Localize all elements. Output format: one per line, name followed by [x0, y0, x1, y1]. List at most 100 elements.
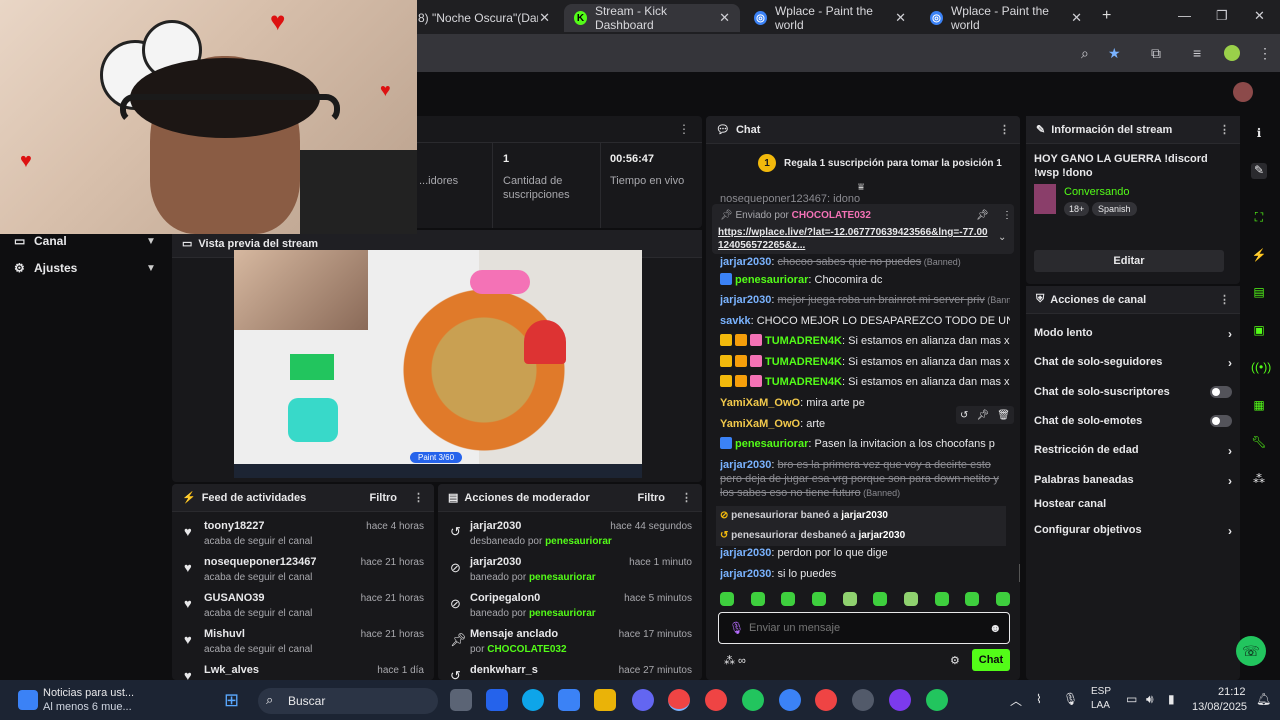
more-icon[interactable]: ⋮ [678, 122, 690, 136]
restore-icon[interactable]: ❐ [1216, 8, 1228, 24]
emote-icon[interactable] [781, 592, 796, 606]
obs-icon[interactable] [852, 689, 874, 711]
list-item[interactable]: 📌︎ Mensaje anclado por CHOCOLATE032 hace… [438, 624, 702, 660]
language-indicator[interactable]: ESP [1091, 686, 1111, 697]
lightning-icon[interactable]: ⚡ [1251, 248, 1267, 264]
chat-message[interactable]: jarjar2030: perdon por lo que dige [720, 546, 1010, 560]
unpin-icon[interactable]: 📌︎ [976, 210, 989, 221]
news-widget-icon[interactable] [18, 690, 38, 710]
chat-message[interactable]: TUMADREN4K: Si estamos en alianza dan ma… [720, 334, 1010, 348]
settings-icons[interactable]: ⁂ ∞ [724, 654, 746, 667]
chrome-icon[interactable] [815, 689, 837, 711]
action-configure-goals[interactable]: Configurar objetivos › [1034, 524, 1232, 538]
chat-message[interactable]: TUMADREN4K: Si estamos en alianza dan ma… [720, 375, 1010, 389]
emote-icon[interactable] [842, 592, 857, 606]
delete-icon[interactable]: 🗑︎ [997, 410, 1010, 421]
support-button[interactable]: ☏ [1236, 636, 1266, 666]
list-item[interactable]: ♥ GUSANO39 acaba de seguir el canal hace… [172, 588, 434, 624]
sidebar-item-canal[interactable]: ▭ Canal ▼ [14, 234, 156, 248]
whatsapp-icon[interactable] [926, 689, 948, 711]
tab-wplace-1[interactable]: ◎ Wplace - Paint the world ✕ [744, 4, 916, 32]
chat-message[interactable]: savkk: CHOCO MEJOR LO DESAPAREZCO TODO D… [720, 314, 1010, 328]
scrollbar[interactable] [1019, 564, 1020, 582]
bookmark-star-icon[interactable]: ★ [1108, 45, 1121, 62]
chat-username[interactable]: penesauriorar [735, 438, 808, 450]
target-user[interactable]: jarjar2030 [856, 530, 905, 541]
list-item[interactable]: ↺ denkwharr_s hace 27 minutos [438, 660, 702, 680]
store-icon[interactable] [558, 689, 580, 711]
chat-message[interactable]: penesauriorar: Pasen la invitacion a los… [720, 437, 1010, 451]
chat-username[interactable]: TUMADREN4K [765, 356, 842, 368]
subs-only-toggle[interactable] [1210, 386, 1232, 398]
share-icon[interactable]: ⁂ [1251, 472, 1267, 488]
tray-icon[interactable]: ⌇ [1036, 692, 1042, 706]
edit-button[interactable]: Editar [1034, 250, 1224, 272]
pencil-icon[interactable]: ✎ [1251, 163, 1267, 179]
app-icon[interactable] [889, 689, 911, 711]
new-tab-button[interactable]: + [1102, 7, 1111, 25]
network-icon[interactable]: ▭ [1126, 692, 1137, 706]
taskbar-search[interactable]: ⌕ Buscar [258, 688, 438, 714]
minimize-icon[interactable]: — [1178, 8, 1191, 23]
chat-message[interactable]: jarjar2030: chocoo sabes que no puedes (… [720, 255, 1010, 269]
close-window-icon[interactable]: ✕ [1254, 8, 1265, 24]
tab-kick-dashboard[interactable]: K Stream - Kick Dashboard ✕ [564, 4, 740, 32]
chat-username[interactable]: penesauriorar [735, 274, 808, 286]
pinned-message[interactable]: 📌︎ Enviado por CHOCOLATE032 📌︎ ⋮ https:/… [712, 204, 1014, 254]
media-icon[interactable]: ≡ [1193, 45, 1201, 61]
system-message[interactable]: ↺ penesauriorar desbaneó a jarjar2030 [716, 526, 1006, 546]
edge-icon[interactable] [522, 689, 544, 711]
tab-noche-oscura[interactable]: 8) "Noche Oscura"(Dark i... ✕ [408, 4, 560, 32]
notification-icon[interactable]: 🔔︎ [1256, 692, 1271, 706]
more-icon[interactable]: ⋮ [1219, 293, 1230, 306]
chat-username[interactable]: jarjar2030 [720, 459, 771, 471]
chevron-down-icon[interactable]: ⌄ [998, 232, 1006, 243]
emote-icon[interactable] [934, 592, 949, 606]
tab-wplace-2[interactable]: ◎ Wplace - Paint the world ✕ [920, 4, 1092, 32]
emote-icon[interactable] [965, 592, 980, 606]
info-icon[interactable]: ℹ [1251, 126, 1267, 142]
windows-start-icon[interactable]: ⊞ [224, 690, 239, 711]
more-icon[interactable]: ⋮ [413, 491, 424, 504]
outlook-icon[interactable] [486, 689, 508, 711]
emoji-icon[interactable]: ☻ [989, 621, 1002, 635]
chat-input-box[interactable]: 🎙︎ ☻ [718, 612, 1010, 644]
zoom-icon[interactable]: ⌕ [1081, 45, 1089, 62]
filter-button[interactable]: Filtro [370, 492, 398, 504]
list-item[interactable]: ⊘ Coripegalon0 baneado por penesauriorar… [438, 588, 702, 624]
close-icon[interactable]: ✕ [1071, 10, 1082, 26]
fullscreen-icon[interactable]: ⛶ [1251, 210, 1267, 226]
emotes-only-toggle[interactable] [1210, 415, 1232, 427]
more-icon[interactable]: ⋮ [681, 491, 692, 504]
emote-icon[interactable] [720, 592, 734, 606]
discord-icon[interactable] [632, 689, 654, 711]
moderator-name[interactable]: CHOCOLATE032 [487, 644, 566, 655]
chat-username[interactable]: TUMADREN4K [765, 376, 842, 388]
chat-message[interactable]: penesauriorar: Chocomira dc [720, 273, 1010, 287]
sidebar-item-ajustes[interactable]: ⚙ Ajustes ▼ [14, 261, 156, 275]
chat-username[interactable]: jarjar2030 [720, 568, 771, 580]
volume-icon[interactable]: 🔊︎ [1146, 692, 1154, 707]
action-followers-only[interactable]: Chat de solo-seguidores › [1034, 356, 1232, 370]
chat-username[interactable]: jarjar2030 [720, 294, 771, 306]
emote-icon[interactable] [873, 592, 888, 606]
gear-icon[interactable]: ⚙ [950, 654, 960, 667]
emote-icon[interactable] [995, 592, 1010, 606]
profile-avatar[interactable] [1224, 45, 1240, 61]
category-name[interactable]: Conversando [1064, 186, 1129, 198]
list-item[interactable]: ♥ toony18227 acaba de seguir el canal ha… [172, 516, 434, 552]
chat-username[interactable]: TUMADREN4K [765, 335, 842, 347]
chat-message[interactable]: jarjar2030: bro es la primera vez que vo… [720, 458, 1010, 500]
tray-chevron-icon[interactable]: ︿ [1010, 692, 1022, 709]
pin-icon[interactable]: 📌︎ [976, 410, 989, 421]
chat-username[interactable]: YamiXaM_OwO [720, 418, 800, 430]
folder-icon[interactable] [594, 689, 616, 711]
list-item[interactable]: ↺ jarjar2030 desbaneado por penesauriora… [438, 516, 702, 552]
close-icon[interactable]: ✕ [895, 10, 906, 26]
emote-icon[interactable] [811, 592, 826, 606]
chat-username[interactable]: penesauriorar [731, 530, 798, 541]
chat-message[interactable]: TUMADREN4K: Si estamos en alianza dan ma… [720, 355, 1010, 369]
chat-message[interactable]: jarjar2030: si lo puedes [720, 567, 1010, 581]
more-icon[interactable]: ⋮ [999, 123, 1010, 136]
moderator-name[interactable]: penesauriorar [529, 572, 596, 583]
